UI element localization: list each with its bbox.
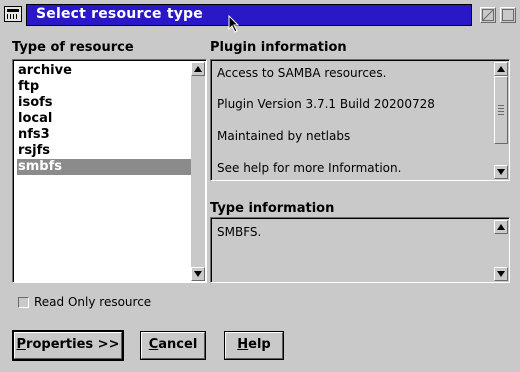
scroll-up-button[interactable] (191, 62, 205, 76)
resource-list-item[interactable]: archive (17, 63, 193, 79)
arrow-up-icon (194, 66, 202, 72)
type-info-scrollbar[interactable] (494, 220, 508, 281)
resource-type-listbox[interactable]: archive ftp isofs local nfs3 rsjfs smbfs (12, 59, 207, 283)
cancel-mnemonic: C (148, 337, 159, 352)
window-title: Select resource type (36, 6, 203, 22)
resource-list-scrollbar[interactable] (191, 62, 205, 281)
scroll-down-button[interactable] (494, 267, 508, 281)
resource-list-item[interactable]: ftp (17, 79, 193, 95)
properties-button[interactable]: Properties >> (12, 330, 124, 361)
properties-label: roperties >> (26, 337, 120, 352)
properties-mnemonic: P (16, 337, 27, 352)
plugin-info-line: Access to SAMBA resources. (217, 66, 387, 80)
plugin-info-line: See help for more Information. (217, 161, 402, 175)
resource-list-item[interactable]: isofs (17, 95, 193, 111)
plugin-info-line: Plugin Version 3.7.1 Build 20200728 (217, 97, 435, 111)
resource-list-item[interactable]: local (17, 111, 193, 127)
type-info-text: SMBFS. (217, 225, 262, 239)
read-only-label[interactable]: Read Only resource (34, 295, 151, 309)
help-button[interactable]: Help (224, 331, 284, 360)
read-only-checkbox[interactable] (18, 297, 29, 308)
arrow-down-icon (497, 271, 505, 277)
mouse-pointer-icon (228, 15, 240, 33)
plugin-info-scrollbar[interactable] (494, 62, 508, 179)
minimize-button[interactable] (480, 7, 496, 23)
maximize-button[interactable] (500, 7, 516, 23)
title-bar[interactable]: Select resource type (0, 0, 520, 30)
resource-list-item[interactable]: smbfs (17, 159, 193, 175)
plugin-info-heading: Plugin information (210, 40, 347, 55)
plugin-info-line: Maintained by netlabs (217, 129, 351, 143)
plugin-info-box[interactable]: Access to SAMBA resources. Plugin Versio… (210, 59, 510, 181)
cancel-button[interactable]: Cancel (140, 331, 206, 360)
scroll-up-button[interactable] (494, 62, 508, 76)
help-label: elp (248, 337, 271, 352)
scroll-thumb[interactable] (494, 76, 508, 144)
scroll-up-button[interactable] (494, 220, 508, 234)
minimize-icon (482, 9, 494, 21)
arrow-down-icon (194, 271, 202, 277)
cancel-label: ancel (158, 337, 198, 352)
scroll-down-button[interactable] (191, 267, 205, 281)
arrow-up-icon (497, 66, 505, 72)
help-mnemonic: H (237, 337, 249, 352)
arrow-up-icon (497, 224, 505, 230)
resource-list-heading: Type of resource (12, 40, 134, 55)
resource-list-item[interactable]: nfs3 (17, 127, 193, 143)
resource-list-item[interactable]: rsjfs (17, 143, 193, 159)
system-menu-icon[interactable] (4, 6, 22, 22)
type-info-heading: Type information (210, 201, 335, 216)
arrow-down-icon (497, 169, 505, 175)
type-info-box[interactable]: SMBFS. (210, 217, 510, 283)
maximize-icon (502, 9, 514, 21)
scroll-down-button[interactable] (494, 165, 508, 179)
